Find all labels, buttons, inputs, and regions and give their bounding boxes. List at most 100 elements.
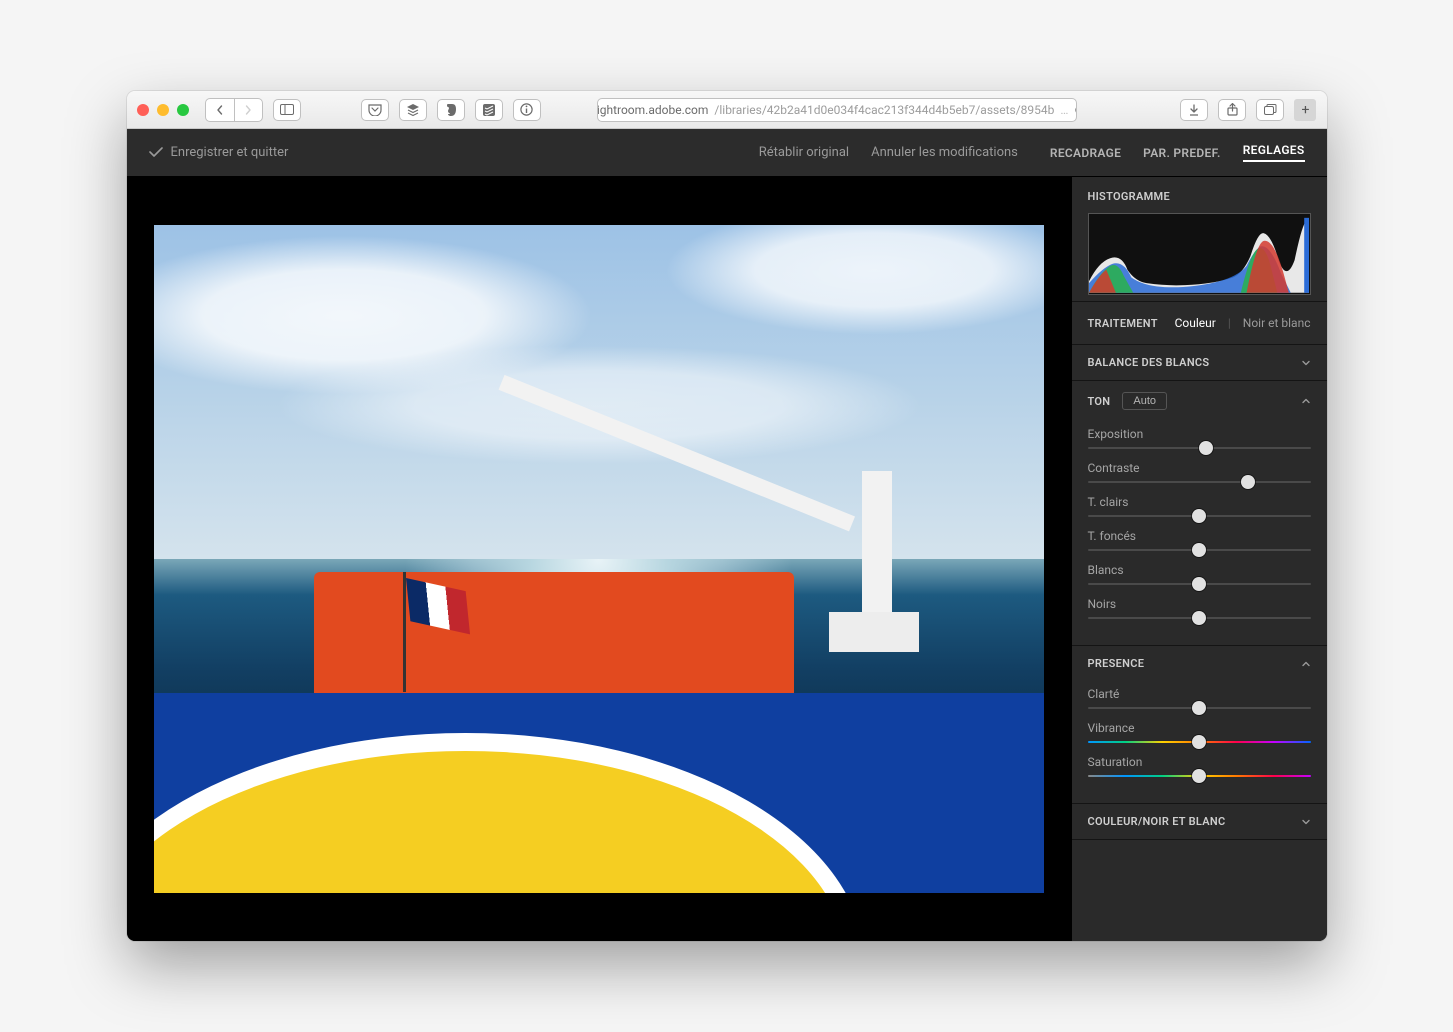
vibrance-slider[interactable]	[1088, 741, 1311, 743]
treatment-section: TRAITEMENT Couleur | Noir et blanc	[1072, 302, 1327, 345]
treatment-bw-option[interactable]: Noir et blanc	[1243, 316, 1311, 330]
window-controls	[137, 104, 189, 116]
save-and-exit-label: Enregistrer et quitter	[171, 145, 289, 160]
tone-auto-button[interactable]: Auto	[1122, 392, 1167, 410]
exposure-thumb[interactable]	[1199, 441, 1213, 455]
image-stage	[127, 177, 1071, 941]
presence-section: PRESENCE Clarté Vibrance Sat	[1072, 646, 1327, 804]
vibrance-slider-row: Vibrance	[1088, 721, 1311, 743]
save-and-exit-button[interactable]: Enregistrer et quitter	[149, 145, 289, 160]
restore-original-button[interactable]: Rétablir original	[759, 145, 849, 160]
presence-body: Clarté Vibrance Saturation	[1072, 687, 1327, 803]
shadows-label: T. foncés	[1088, 529, 1311, 543]
forward-button[interactable]	[234, 99, 262, 121]
tab-presets[interactable]: PAR. PREDEF.	[1143, 146, 1221, 160]
browser-window: lightroom.adobe.com/libraries/42b2a41d0e…	[127, 91, 1327, 941]
reload-icon[interactable]	[1074, 104, 1077, 116]
exposure-slider-row: Exposition	[1088, 427, 1311, 449]
pocket-extension-button[interactable]	[361, 99, 389, 121]
exposure-slider[interactable]	[1088, 447, 1311, 449]
url-fade: …	[1060, 103, 1068, 117]
chevron-up-icon	[1301, 659, 1311, 669]
presence-header[interactable]: PRESENCE	[1072, 646, 1327, 681]
evernote-extension-button[interactable]	[437, 99, 465, 121]
new-tab-button[interactable]: +	[1294, 99, 1316, 121]
clarity-thumb[interactable]	[1192, 701, 1206, 715]
tab-crop[interactable]: RECADRAGE	[1050, 146, 1121, 160]
edit-mode-tabs: RECADRAGE PAR. PREDEF. REGLAGES	[1050, 143, 1305, 162]
evernote-icon	[445, 103, 457, 117]
whites-slider-row: Blancs	[1088, 563, 1311, 585]
blacks-slider[interactable]	[1088, 617, 1311, 619]
shadows-slider[interactable]	[1088, 549, 1311, 551]
vibrance-thumb[interactable]	[1192, 735, 1206, 749]
close-window-button[interactable]	[137, 104, 149, 116]
saturation-slider[interactable]	[1088, 775, 1311, 777]
histogram-display	[1088, 213, 1311, 295]
blacks-slider-row: Noirs	[1088, 597, 1311, 619]
downloads-button[interactable]	[1180, 99, 1208, 121]
todoist-extension-button[interactable]	[475, 99, 503, 121]
share-button[interactable]	[1218, 99, 1246, 121]
treatment-color-option[interactable]: Couleur	[1175, 316, 1216, 330]
histogram-chart-icon	[1089, 214, 1310, 293]
histogram-section: HISTOGRAMME	[1072, 177, 1327, 302]
clarity-slider[interactable]	[1088, 707, 1311, 709]
address-bar[interactable]: lightroom.adobe.com/libraries/42b2a41d0e…	[597, 98, 1077, 122]
edited-photo[interactable]	[154, 225, 1044, 893]
plus-icon: +	[1301, 102, 1309, 118]
blacks-thumb[interactable]	[1192, 611, 1206, 625]
photo-crane	[474, 426, 919, 653]
minimize-window-button[interactable]	[157, 104, 169, 116]
checkmark-icon	[149, 147, 163, 158]
saturation-slider-row: Saturation	[1088, 755, 1311, 777]
buffer-extension-button[interactable]	[399, 99, 427, 121]
whites-thumb[interactable]	[1192, 577, 1206, 591]
highlights-slider-row: T. clairs	[1088, 495, 1311, 517]
chevron-down-icon	[1301, 358, 1311, 368]
chevron-right-icon	[243, 105, 253, 115]
tone-title: TON	[1088, 395, 1111, 408]
color-bw-section: COULEUR/NOIR ET BLANC	[1072, 804, 1327, 840]
exposure-label: Exposition	[1088, 427, 1311, 441]
shadows-thumb[interactable]	[1192, 543, 1206, 557]
url-path: /libraries/42b2a41d0e034f4cac213f344d4b5…	[714, 103, 1054, 117]
tone-body: Exposition Contraste T. clairs T. f	[1072, 427, 1327, 645]
tabs-overview-button[interactable]	[1256, 99, 1284, 121]
sidebar-toggle-button[interactable]	[273, 99, 301, 121]
color-bw-title: COULEUR/NOIR ET BLANC	[1088, 815, 1226, 828]
info-circle-icon	[520, 103, 533, 116]
white-balance-title: BALANCE DES BLANCS	[1088, 356, 1210, 369]
contrast-slider-row: Contraste	[1088, 461, 1311, 483]
contrast-slider[interactable]	[1088, 481, 1311, 483]
option-separator: |	[1228, 316, 1231, 330]
presence-title: PRESENCE	[1088, 657, 1145, 670]
cancel-edits-button[interactable]: Annuler les modifications	[871, 145, 1018, 160]
contrast-thumb[interactable]	[1241, 475, 1255, 489]
color-bw-header[interactable]: COULEUR/NOIR ET BLANC	[1072, 804, 1327, 839]
zoom-window-button[interactable]	[177, 104, 189, 116]
chevron-left-icon	[215, 105, 225, 115]
highlights-thumb[interactable]	[1192, 509, 1206, 523]
todoist-icon	[483, 104, 495, 116]
settings-panel[interactable]: HISTOGRAMME	[1071, 177, 1327, 941]
blacks-label: Noirs	[1088, 597, 1311, 611]
back-button[interactable]	[206, 99, 234, 121]
url-host: lightroom.adobe.com	[597, 103, 708, 117]
highlights-label: T. clairs	[1088, 495, 1311, 509]
chevron-down-icon	[1301, 817, 1311, 827]
onepassword-extension-button[interactable]	[513, 99, 541, 121]
whites-slider[interactable]	[1088, 583, 1311, 585]
chevron-up-icon	[1301, 396, 1311, 406]
tone-header[interactable]: TON Auto	[1072, 381, 1327, 421]
stack-icon	[406, 103, 420, 117]
shadows-slider-row: T. foncés	[1088, 529, 1311, 551]
white-balance-header[interactable]: BALANCE DES BLANCS	[1072, 345, 1327, 380]
contrast-label: Contraste	[1088, 461, 1311, 475]
tab-settings[interactable]: REGLAGES	[1243, 143, 1305, 162]
download-icon	[1188, 104, 1200, 116]
saturation-thumb[interactable]	[1192, 769, 1206, 783]
highlights-slider[interactable]	[1088, 515, 1311, 517]
tone-section: TON Auto Exposition Contraste	[1072, 381, 1327, 646]
clarity-slider-row: Clarté	[1088, 687, 1311, 709]
